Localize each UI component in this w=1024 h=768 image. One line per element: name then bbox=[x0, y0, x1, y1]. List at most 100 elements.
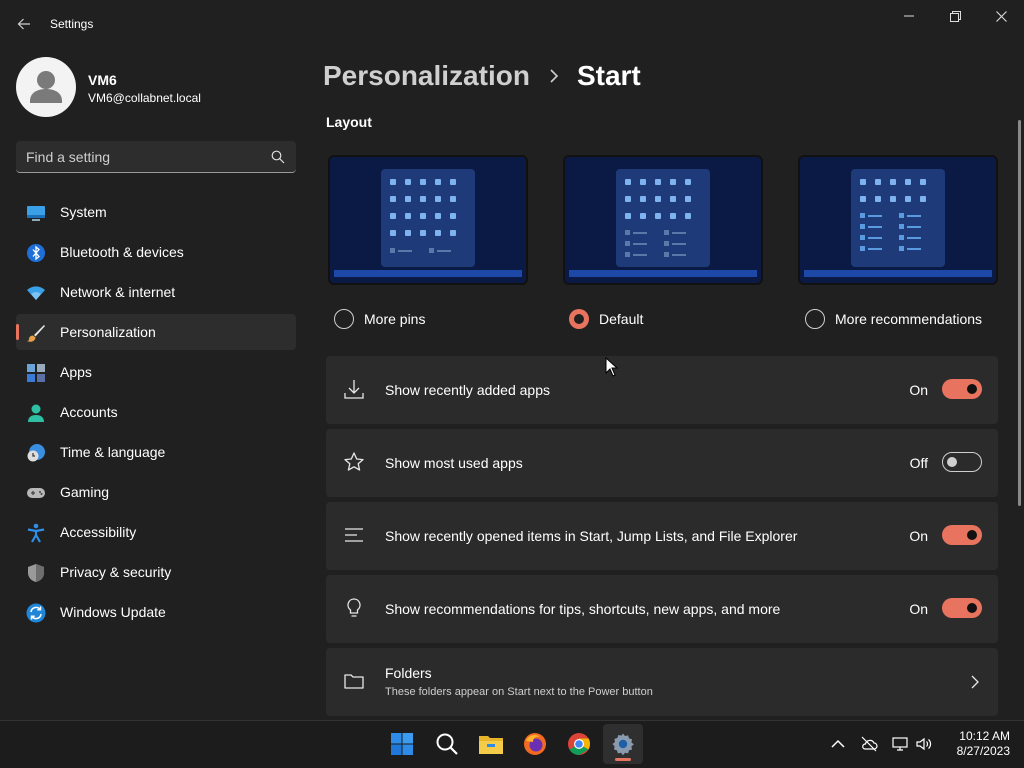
download-icon bbox=[344, 380, 364, 399]
start-menu-preview bbox=[851, 169, 945, 267]
list-icon bbox=[345, 528, 363, 542]
minimize-icon bbox=[904, 15, 914, 17]
breadcrumb-parent[interactable]: Personalization bbox=[323, 60, 530, 92]
clock-date: 8/27/2023 bbox=[956, 744, 1010, 758]
sidebar-item-system[interactable]: System bbox=[16, 194, 296, 230]
chrome-icon[interactable] bbox=[559, 724, 599, 764]
chevron-right-icon bbox=[550, 69, 559, 83]
breadcrumb: Personalization Start bbox=[323, 58, 641, 94]
close-icon bbox=[995, 10, 1007, 22]
sidebar-item-label: Apps bbox=[60, 364, 92, 380]
apps-icon bbox=[27, 364, 45, 382]
close-button[interactable] bbox=[978, 0, 1024, 32]
toggle-switch[interactable] bbox=[942, 379, 982, 399]
start-menu-preview bbox=[381, 169, 475, 267]
sidebar-item-network[interactable]: Network & internet bbox=[16, 274, 296, 310]
firefox-icon[interactable] bbox=[515, 724, 555, 764]
radio-button-checked[interactable] bbox=[569, 309, 589, 329]
sidebar-item-accessibility[interactable]: Accessibility bbox=[16, 514, 296, 550]
radio-more-recommendations[interactable]: More recommendations bbox=[805, 308, 982, 330]
radio-more-pins[interactable]: More pins bbox=[334, 308, 425, 330]
sidebar-item-label: System bbox=[60, 204, 107, 220]
sidebar-item-accounts[interactable]: Accounts bbox=[16, 394, 296, 430]
sidebar-item-label: Gaming bbox=[60, 484, 110, 500]
taskbar-clock[interactable]: 10:12 AM 8/27/2023 bbox=[946, 729, 1010, 759]
layout-preview-default[interactable] bbox=[563, 155, 763, 285]
folder-icon bbox=[344, 674, 364, 689]
setting-card-recently-added[interactable]: Show recently added apps On bbox=[326, 356, 998, 424]
toggle-state-text: Off bbox=[909, 455, 928, 471]
scrollbar[interactable] bbox=[1018, 120, 1021, 506]
setting-label: Folders bbox=[385, 665, 432, 681]
sidebar-item-label: Accounts bbox=[60, 404, 118, 420]
update-icon bbox=[26, 603, 46, 623]
app-title: Settings bbox=[50, 17, 94, 31]
radio-button[interactable] bbox=[805, 309, 825, 329]
radio-label: More recommendations bbox=[835, 311, 983, 327]
setting-description: These folders appear on Start next to th… bbox=[385, 686, 653, 698]
setting-label: Show recommendations for tips, shortcuts… bbox=[385, 601, 781, 617]
chevron-up-icon[interactable] bbox=[829, 735, 847, 753]
folder-icon bbox=[479, 736, 503, 754]
setting-label: Show recently added apps bbox=[385, 382, 550, 398]
globe-clock-icon bbox=[27, 444, 45, 462]
bluetooth-icon bbox=[27, 244, 45, 262]
firefox-logo-icon bbox=[524, 733, 546, 755]
layout-preview-more-pins[interactable] bbox=[328, 155, 528, 285]
star-icon bbox=[344, 452, 364, 471]
section-title-layout: Layout bbox=[326, 114, 372, 130]
sidebar-item-personalization[interactable]: Personalization bbox=[16, 314, 296, 350]
toggle-state-text: On bbox=[909, 382, 928, 398]
toggle-state-text: On bbox=[909, 601, 928, 617]
radio-label: More pins bbox=[364, 311, 426, 327]
chrome-logo-icon bbox=[568, 733, 590, 755]
person-icon bbox=[28, 404, 44, 422]
pin-grid-preview bbox=[625, 179, 691, 257]
person-avatar-icon bbox=[30, 71, 62, 103]
toggle-switch[interactable] bbox=[942, 525, 982, 545]
monitor-icon bbox=[27, 206, 45, 221]
sidebar-item-time-language[interactable]: Time & language bbox=[16, 434, 296, 470]
accessibility-icon bbox=[27, 523, 45, 543]
windows-start-icon[interactable] bbox=[382, 724, 422, 764]
minimize-button[interactable] bbox=[886, 0, 932, 32]
volume-icon[interactable] bbox=[915, 735, 933, 753]
file-explorer-icon[interactable] bbox=[471, 724, 511, 764]
mouse-cursor-icon bbox=[605, 357, 619, 377]
sidebar-item-label: Network & internet bbox=[60, 284, 176, 300]
sidebar-nav: System Bluetooth & devices Network & int… bbox=[16, 194, 296, 634]
radio-button[interactable] bbox=[334, 309, 354, 329]
search-box[interactable] bbox=[16, 141, 296, 173]
setting-card-folders[interactable]: Folders These folders appear on Start ne… bbox=[326, 648, 998, 716]
pin-grid-preview bbox=[390, 179, 456, 253]
cloud-off-icon[interactable] bbox=[860, 735, 878, 753]
sidebar-item-label: Time & language bbox=[60, 444, 166, 460]
radio-default[interactable]: Default bbox=[569, 308, 643, 330]
sidebar-item-gaming[interactable]: Gaming bbox=[16, 474, 296, 510]
setting-card-recent-items[interactable]: Show recently opened items in Start, Jum… bbox=[326, 502, 998, 570]
active-app-indicator bbox=[615, 758, 631, 761]
search-input[interactable] bbox=[26, 141, 266, 172]
layout-preview-more-recommendations[interactable] bbox=[798, 155, 998, 285]
restore-button[interactable] bbox=[932, 0, 978, 32]
toggle-state-text: On bbox=[909, 528, 928, 544]
sidebar-item-bluetooth[interactable]: Bluetooth & devices bbox=[16, 234, 296, 270]
avatar[interactable] bbox=[16, 57, 76, 117]
sidebar-item-windows-update[interactable]: Windows Update bbox=[16, 594, 296, 630]
network-icon[interactable] bbox=[891, 735, 909, 753]
toggle-switch[interactable] bbox=[942, 452, 982, 472]
toggle-switch[interactable] bbox=[942, 598, 982, 618]
search-icon[interactable] bbox=[271, 150, 285, 164]
sidebar-item-apps[interactable]: Apps bbox=[16, 354, 296, 390]
title-bar: Settings bbox=[0, 0, 1024, 48]
setting-card-recommendations[interactable]: Show recommendations for tips, shortcuts… bbox=[326, 575, 998, 643]
taskbar-preview bbox=[804, 270, 992, 277]
sidebar-item-label: Privacy & security bbox=[60, 564, 172, 580]
setting-card-most-used[interactable]: Show most used apps Off bbox=[326, 429, 998, 497]
restore-icon bbox=[949, 10, 961, 22]
setting-label: Show recently opened items in Start, Jum… bbox=[385, 528, 798, 544]
chevron-right-icon bbox=[971, 675, 979, 689]
back-button[interactable] bbox=[12, 12, 36, 36]
taskbar-search-icon[interactable] bbox=[427, 724, 467, 764]
sidebar-item-privacy[interactable]: Privacy & security bbox=[16, 554, 296, 590]
